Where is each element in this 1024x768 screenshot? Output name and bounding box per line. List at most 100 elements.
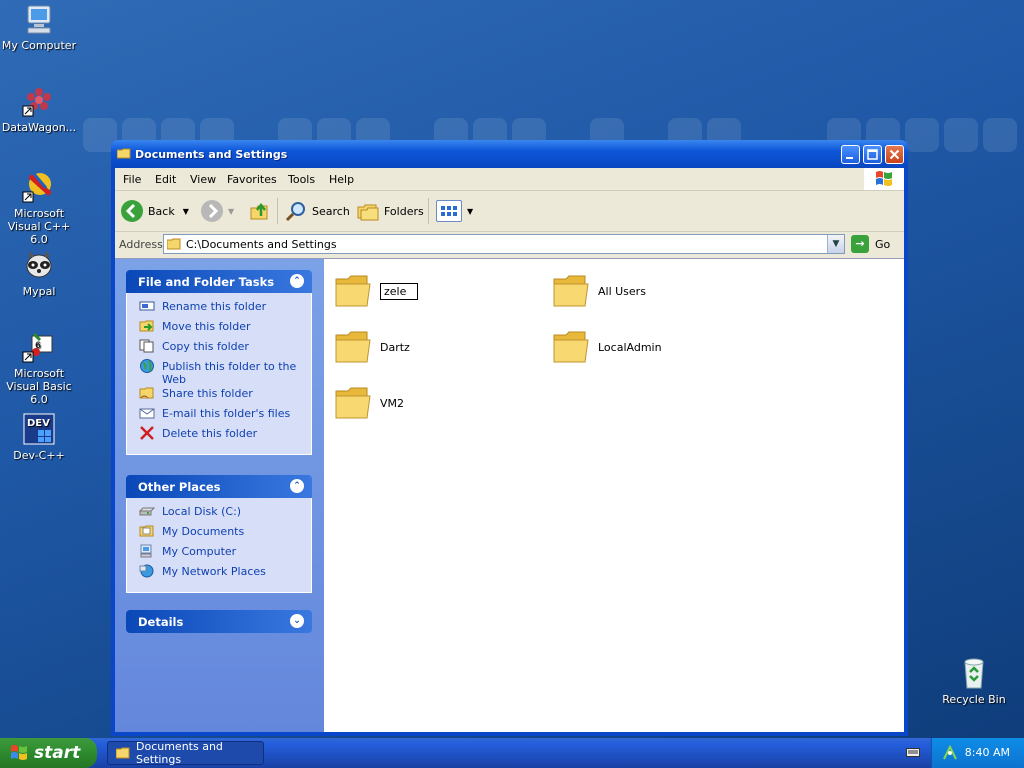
desktop-icon-datawagon[interactable]: DataWagon... xyxy=(0,84,78,134)
explorer-window[interactable]: Documents and Settings File Edit View Fa… xyxy=(111,140,908,736)
menu-view[interactable]: View xyxy=(190,173,216,186)
visual-cpp-icon xyxy=(22,170,56,204)
address-bar: Address C:\Documents and Settings ▼ → Go xyxy=(115,232,904,256)
recycle-bin-icon xyxy=(957,656,991,690)
svg-text:DEV: DEV xyxy=(27,418,50,429)
address-dropdown-button[interactable]: ▼ xyxy=(827,235,844,253)
disk-icon xyxy=(139,507,155,516)
window-body: File Edit View Favorites Tools Help Back… xyxy=(115,168,904,732)
places-panel-body: Local Disk (C:) My Documents My Computer xyxy=(126,498,312,593)
task-publish[interactable]: Publish this folder to the Web xyxy=(139,359,311,386)
forward-button[interactable]: ▼ xyxy=(201,199,234,223)
taskbar-item-documents-and-settings[interactable]: Documents and Settings xyxy=(107,740,264,766)
collapse-icon[interactable]: ⌃ xyxy=(290,479,304,493)
task-delete[interactable]: Delete this folder xyxy=(139,426,311,446)
content-area: File and Folder Tasks ⌃ Rename this fold… xyxy=(115,258,904,732)
folder-icon xyxy=(166,238,182,250)
place-my-computer[interactable]: My Computer xyxy=(139,544,311,564)
folders-button[interactable]: Folders xyxy=(357,199,424,223)
taskbar-item-label: Documents and Settings xyxy=(136,740,223,766)
task-rename-label: Rename this folder xyxy=(162,300,267,313)
menu-bar: File Edit View Favorites Tools Help xyxy=(115,168,904,191)
folder-item[interactable]: LocalAdmin xyxy=(552,329,662,365)
menu-tools[interactable]: Tools xyxy=(288,173,315,186)
network-tray-icon[interactable] xyxy=(942,744,958,761)
chevron-down-icon: ▼ xyxy=(832,239,840,249)
minimize-icon xyxy=(846,157,853,159)
tasks-panel-body: Rename this folder Move this folder Copy… xyxy=(126,293,312,455)
place-my-documents[interactable]: My Documents xyxy=(139,524,311,544)
address-label: Address xyxy=(119,238,163,251)
place-my-documents-label: My Documents xyxy=(162,525,245,538)
back-dropdown-icon[interactable]: ▼ xyxy=(183,207,189,216)
up-folder-icon xyxy=(249,200,271,222)
collapse-icon[interactable]: ⌃ xyxy=(290,274,304,288)
folder-item[interactable]: Dartz xyxy=(334,329,410,365)
details-panel: Details ⌄ xyxy=(126,610,312,633)
start-button[interactable]: start xyxy=(0,738,97,768)
task-share-label: Share this folder xyxy=(162,387,253,400)
task-rename[interactable]: Rename this folder xyxy=(139,299,311,319)
desktop-icon-label: My Computer xyxy=(1,39,77,52)
maximize-button[interactable] xyxy=(863,145,882,164)
places-panel-header[interactable]: Other Places ⌃ xyxy=(126,475,312,498)
desktop-icon-label: Microsoft Visual C++ 6.0 xyxy=(7,207,71,246)
details-panel-header[interactable]: Details ⌄ xyxy=(126,610,312,633)
keyboard-icon[interactable] xyxy=(906,746,920,758)
place-local-disk-label: Local Disk (C:) xyxy=(162,505,242,518)
folders-icon xyxy=(357,200,379,222)
desktop-icon-visual-basic[interactable]: 6 Microsoft Visual Basic 6.0 xyxy=(0,330,78,406)
place-network[interactable]: My Network Places xyxy=(139,564,311,584)
places-panel-title: Other Places xyxy=(138,480,221,494)
desktop-icon-label: Dev-C++ xyxy=(13,449,65,462)
network-icon xyxy=(139,564,154,578)
folder-icon xyxy=(115,747,131,759)
desktop-icon-visual-cpp[interactable]: Microsoft Visual C++ 6.0 xyxy=(0,170,78,246)
minimize-button[interactable] xyxy=(841,145,860,164)
desktop-icon-recycle-bin[interactable]: Recycle Bin xyxy=(935,656,1013,706)
go-label: Go xyxy=(875,237,891,251)
folder-item[interactable]: All Users xyxy=(552,273,646,309)
folder-name-input[interactable]: zele xyxy=(380,282,418,300)
close-icon xyxy=(889,149,900,160)
search-button[interactable]: Search xyxy=(285,199,350,223)
menu-file[interactable]: File xyxy=(123,173,141,186)
title-bar[interactable]: Documents and Settings xyxy=(111,140,908,168)
folder-item-renaming[interactable]: zele xyxy=(334,273,418,309)
delete-icon xyxy=(140,426,154,440)
computer-icon xyxy=(22,2,56,36)
desktop-icon-dev-cpp[interactable]: DEV Dev-C++ xyxy=(0,412,78,462)
task-move-label: Move this folder xyxy=(162,320,251,333)
task-share[interactable]: Share this folder xyxy=(139,386,311,406)
menu-favorites[interactable]: Favorites xyxy=(227,173,277,186)
folder-item[interactable]: VM2 xyxy=(334,385,404,421)
taskbar: start Documents and Settings 8:40 AM xyxy=(0,738,1024,768)
views-button[interactable]: ▼ xyxy=(436,199,473,223)
task-move[interactable]: Move this folder xyxy=(139,319,311,339)
up-folder-button[interactable] xyxy=(249,199,276,223)
folder-icon xyxy=(552,273,590,309)
back-button[interactable]: Back ▼ xyxy=(121,199,189,223)
expand-icon[interactable]: ⌄ xyxy=(290,614,304,628)
clock[interactable]: 8:40 AM xyxy=(965,746,1010,759)
task-email[interactable]: E-mail this folder's files xyxy=(139,406,311,426)
address-input[interactable]: C:\Documents and Settings ▼ xyxy=(163,234,845,254)
address-value: C:\Documents and Settings xyxy=(186,238,337,251)
place-network-label: My Network Places xyxy=(162,565,266,578)
maximize-icon xyxy=(867,149,878,160)
views-icon xyxy=(436,200,462,222)
menu-edit[interactable]: Edit xyxy=(155,173,176,186)
task-copy[interactable]: Copy this folder xyxy=(139,339,311,359)
tasks-panel-header[interactable]: File and Folder Tasks ⌃ xyxy=(126,270,312,293)
computer-icon xyxy=(140,544,152,558)
forward-dropdown-icon[interactable]: ▼ xyxy=(228,207,234,216)
views-dropdown-icon[interactable]: ▼ xyxy=(467,207,473,216)
desktop-icon-my-computer[interactable]: My Computer xyxy=(0,2,78,52)
desktop-icon-mypal[interactable]: Mypal xyxy=(0,248,78,298)
close-button[interactable] xyxy=(885,145,904,164)
place-local-disk[interactable]: Local Disk (C:) xyxy=(139,504,311,524)
go-button[interactable]: → Go xyxy=(851,234,890,254)
go-arrow-icon: → xyxy=(851,235,869,253)
copy-icon xyxy=(139,339,154,353)
menu-help[interactable]: Help xyxy=(329,173,354,186)
